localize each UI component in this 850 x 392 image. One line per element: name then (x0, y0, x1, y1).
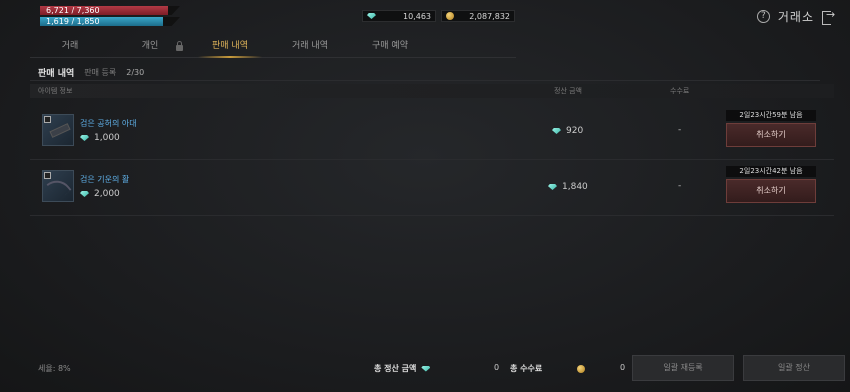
settle-amount-value: 1,840 (562, 182, 588, 192)
item-name: 검은 공허의 아대 (80, 119, 137, 128)
bulk-reregister-button[interactable]: 일괄 재등록 (632, 355, 734, 381)
gold-coin-icon (446, 12, 454, 20)
fee-value: - (678, 125, 682, 135)
gem-icon (421, 365, 431, 372)
section-title: 판매 내역 (38, 69, 75, 79)
header-actions: ? 거래소 (756, 8, 835, 25)
item-name: 검은 기운의 활 (80, 175, 130, 184)
total-settle-value: 0 (494, 363, 500, 372)
page-title: 거래소 (777, 10, 814, 24)
exit-icon[interactable] (822, 8, 835, 25)
fee-value: - (678, 181, 682, 191)
gem-icon (80, 135, 89, 141)
lock-icon (176, 41, 183, 51)
divider (30, 80, 820, 81)
total-fee: 총 수수료 (510, 363, 586, 374)
grade-badge-icon (44, 172, 51, 179)
mp-text: 1,619 / 1,850 (46, 17, 100, 26)
gold-coin-icon (577, 364, 586, 373)
gold-currency: 2,087,832 (441, 10, 515, 22)
section-subtitle: 판매 등록 (84, 68, 117, 77)
item-price-value: 1,000 (94, 133, 120, 143)
hp-text: 6,721 / 7,360 (46, 6, 100, 15)
total-settle: 총 정산 금액 (374, 363, 431, 374)
table-header: 아이템 정보 정산 금액 수수료 (30, 84, 834, 98)
total-settle-label: 총 정산 금액 (374, 364, 417, 373)
col-settle-amount: 정산 금액 (554, 87, 582, 95)
total-fee-value: 0 (620, 363, 626, 372)
gold-amount: 2,087,832 (469, 11, 510, 21)
settle-amount: 920 (552, 126, 583, 136)
tab-trade[interactable]: 거래 (30, 36, 110, 57)
time-remaining: 2일23시간59분 남음 (726, 110, 816, 121)
gem-icon (548, 184, 557, 190)
col-item-info: 아이템 정보 (38, 87, 73, 95)
cancel-button[interactable]: 취소하기 (726, 123, 816, 147)
item-price: 1,000 (80, 133, 120, 143)
total-fee-label: 총 수수료 (510, 364, 543, 373)
settle-amount: 1,840 (548, 182, 588, 192)
table-row[interactable]: 검은 기운의 활 2,000 1,840 - 2일23시간42분 남음 취소하기 (30, 160, 834, 216)
item-price-value: 2,000 (94, 189, 120, 199)
col-fee: 수수료 (670, 87, 690, 95)
mp-bar: 1,619 / 1,850 (40, 17, 180, 26)
grade-badge-icon (44, 116, 51, 123)
table-row[interactable]: 검은 공허의 아대 1,000 920 - 2일23시간59분 남음 취소하기 (30, 104, 834, 160)
gem-icon (80, 191, 89, 197)
settle-amount-value: 920 (566, 126, 584, 136)
tab-trade-history[interactable]: 거래 내역 (270, 36, 350, 57)
bulk-settle-button[interactable]: 일괄 정산 (743, 355, 845, 381)
bracer-icon (49, 123, 71, 138)
section-header: 판매 내역 판매 등록 2/30 (38, 66, 144, 79)
tab-purchase-reservation[interactable]: 구매 예약 (350, 36, 430, 57)
gem-currency: 10,463 (362, 10, 436, 22)
tab-bar: 거래 개인 판매 내역 거래 내역 구매 예약 (30, 36, 516, 58)
footer: 세율: 8% 총 정산 금액 0 총 수수료 0 일괄 재등록 일괄 정산 (0, 355, 850, 381)
tax-rate: 세율: 8% (38, 364, 71, 373)
item-price: 2,000 (80, 189, 120, 199)
help-icon[interactable]: ? (756, 10, 770, 23)
gem-icon (552, 128, 561, 134)
hp-bar: 6,721 / 7,360 (40, 6, 180, 15)
time-remaining: 2일23시간42분 남음 (726, 166, 816, 177)
item-thumbnail[interactable] (42, 170, 74, 202)
tab-sales-history[interactable]: 판매 내역 (190, 36, 270, 58)
item-thumbnail[interactable] (42, 114, 74, 146)
listing-count: 2/30 (126, 68, 145, 77)
gem-amount: 10,463 (403, 11, 431, 21)
gem-icon (367, 13, 376, 19)
status-bars: 6,721 / 7,360 1,619 / 1,850 (40, 6, 180, 28)
cancel-button[interactable]: 취소하기 (726, 179, 816, 203)
